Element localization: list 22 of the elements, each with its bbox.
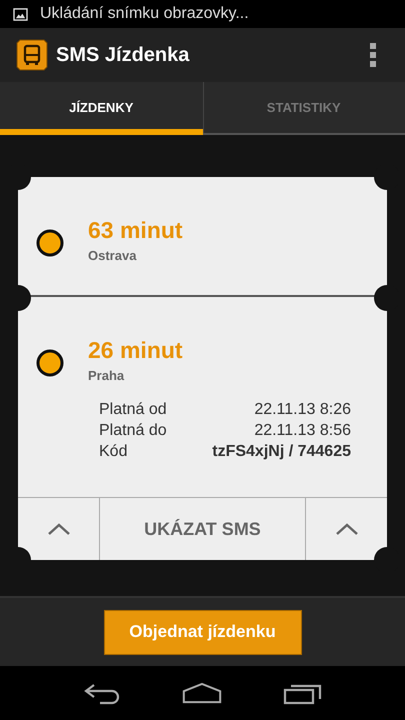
ticket-city: Ostrava	[88, 248, 138, 263]
home-icon[interactable]	[182, 681, 222, 705]
detail-label: Platná do	[99, 422, 167, 440]
detail-value: 22.11.13 8:26	[254, 401, 351, 419]
chevron-up-icon	[46, 523, 70, 535]
image-icon	[13, 8, 28, 20]
ticket-city: Praha	[88, 368, 126, 383]
status-dot-icon	[36, 229, 64, 257]
ticket-section[interactable]: 63 minut Ostrava	[18, 177, 387, 295]
detail-value: 22.11.13 8:56	[254, 422, 351, 440]
overflow-menu-icon[interactable]	[369, 42, 377, 68]
tab[interactable]: STATISTIKY	[202, 82, 405, 135]
show-sms-button[interactable]: UKÁZAT SMS	[99, 498, 306, 560]
tab[interactable]: JÍZDENKY	[0, 82, 202, 135]
detail-label: Platná od	[99, 401, 167, 419]
status-dot-icon	[36, 349, 64, 377]
bus-icon[interactable]	[16, 39, 48, 71]
notification-text: Ukládání snímku obrazovky...	[40, 5, 249, 23]
app-title: SMS Jízdenka	[56, 44, 190, 66]
detail-value: tzFS4xjNj / 744625	[212, 443, 351, 461]
chevron-up-icon	[334, 523, 358, 535]
detail-label: Kód	[99, 443, 128, 461]
